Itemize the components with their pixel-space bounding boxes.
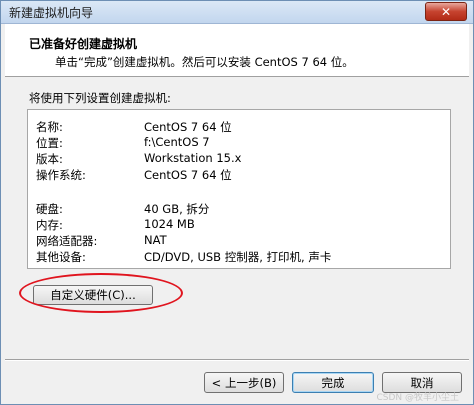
summary-value: CentOS 7 64 位	[144, 120, 232, 134]
summary-value: CentOS 7 64 位	[144, 168, 232, 182]
summary-label: 其他设备:	[36, 250, 86, 264]
summary-label: 网络适配器:	[36, 234, 98, 248]
summary-label: 内存:	[36, 218, 63, 232]
wizard-header: 已准备好创建虚拟机 单击“完成”创建虚拟机。然后可以安装 CentOS 7 64…	[5, 24, 469, 77]
summary-row-network: 网络适配器: NAT	[28, 233, 448, 249]
close-icon: ✕	[440, 4, 452, 19]
footer-divider	[5, 359, 469, 361]
page-title: 已准备好创建虚拟机	[29, 37, 138, 51]
close-button[interactable]: ✕	[425, 2, 467, 21]
window-title: 新建虚拟机向导	[9, 6, 94, 20]
customize-hardware-button[interactable]: 自定义硬件(C)...	[33, 285, 153, 305]
summary-label: 版本:	[36, 152, 63, 166]
summary-label: 名称:	[36, 120, 63, 134]
summary-intro: 将使用下列设置创建虚拟机:	[29, 91, 171, 105]
page-subtitle: 单击“完成”创建虚拟机。然后可以安装 CentOS 7 64 位。	[55, 55, 354, 69]
summary-row-location: 位置: f:\CentOS 7	[28, 135, 448, 151]
summary-row-version: 版本: Workstation 15.x	[28, 151, 448, 167]
summary-value: CD/DVD, USB 控制器, 打印机, 声卡	[144, 250, 332, 264]
title-bar[interactable]: 新建虚拟机向导 ✕	[1, 1, 473, 24]
summary-row-name: 名称: CentOS 7 64 位	[28, 119, 448, 135]
summary-label: 位置:	[36, 136, 63, 150]
summary-value: 40 GB, 拆分	[144, 202, 210, 216]
summary-value: NAT	[144, 233, 167, 247]
settings-summary: 名称: CentOS 7 64 位 位置: f:\CentOS 7 版本: Wo…	[27, 109, 451, 269]
finish-button[interactable]: 完成	[292, 372, 374, 393]
summary-row-memory: 内存: 1024 MB	[28, 217, 448, 233]
summary-value: f:\CentOS 7	[144, 135, 210, 149]
new-vm-wizard-window: 新建虚拟机向导 ✕ 已准备好创建虚拟机 单击“完成”创建虚拟机。然后可以安装 C…	[0, 0, 474, 405]
summary-row-os: 操作系统: CentOS 7 64 位	[28, 167, 448, 183]
back-button[interactable]: < 上一步(B)	[204, 372, 284, 393]
summary-label: 操作系统:	[36, 168, 86, 182]
summary-row-devices: 其他设备: CD/DVD, USB 控制器, 打印机, 声卡	[28, 249, 448, 265]
watermark: CSDN @牧羊小尘土	[376, 393, 459, 403]
summary-label: 硬盘:	[36, 202, 63, 216]
summary-value: Workstation 15.x	[144, 151, 242, 165]
summary-row-disk: 硬盘: 40 GB, 拆分	[28, 201, 448, 217]
summary-value: 1024 MB	[144, 217, 195, 231]
